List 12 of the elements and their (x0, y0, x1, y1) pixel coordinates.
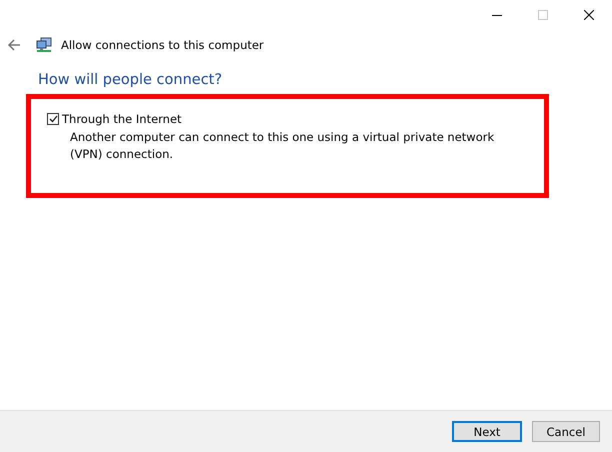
page-heading: How will people connect? (38, 72, 224, 90)
maximize-icon (538, 10, 548, 20)
option-description: Another computer can connect to this one using a virtual private network (VPN) connection. (70, 129, 496, 163)
window-title: Allow connections to this computer (61, 38, 264, 52)
back-button[interactable] (7, 38, 21, 52)
cancel-button[interactable]: Cancel (532, 421, 600, 442)
next-button[interactable]: Next (452, 421, 522, 442)
network-computer-icon (36, 37, 52, 53)
checkbox-label: Through the Internet (62, 112, 182, 126)
minimize-icon (492, 14, 502, 16)
close-icon (584, 10, 594, 20)
checkbox[interactable] (47, 113, 59, 125)
